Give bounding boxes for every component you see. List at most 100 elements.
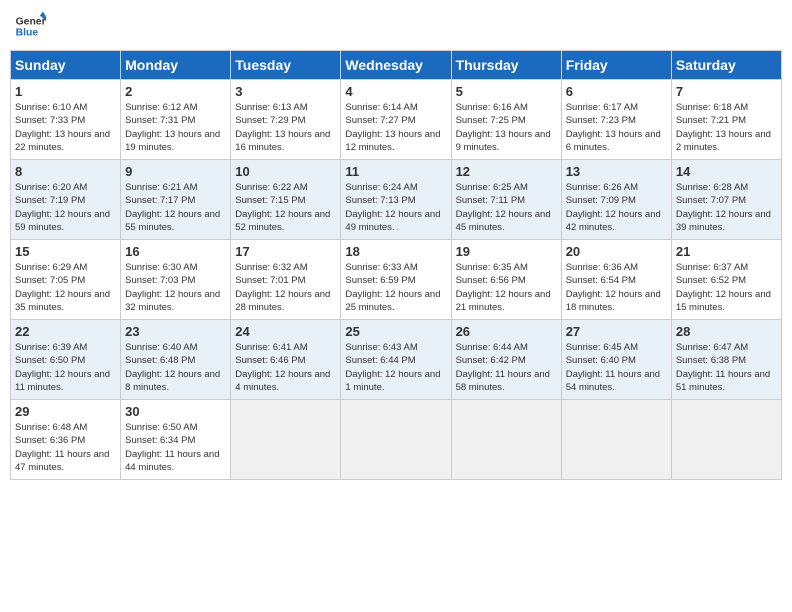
day-number: 18 [345,244,446,259]
day-info: Sunrise: 6:12 AM Sunset: 7:31 PM Dayligh… [125,101,226,154]
logo-icon: General Blue [14,10,46,42]
header-tuesday: Tuesday [231,51,341,80]
day-info: Sunrise: 6:44 AM Sunset: 6:42 PM Dayligh… [456,341,557,394]
calendar-cell: 27 Sunrise: 6:45 AM Sunset: 6:40 PM Dayl… [561,320,671,400]
sunset-label: Sunset: 7:27 PM [345,115,415,126]
calendar-cell: 4 Sunrise: 6:14 AM Sunset: 7:27 PM Dayli… [341,80,451,160]
sunset-label: Sunset: 6:44 PM [345,355,415,366]
sunset-label: Sunset: 7:17 PM [125,195,195,206]
calendar-cell: 12 Sunrise: 6:25 AM Sunset: 7:11 PM Dayl… [451,160,561,240]
calendar-cell: 14 Sunrise: 6:28 AM Sunset: 7:07 PM Dayl… [671,160,781,240]
daylight-label: Daylight: 12 hours and 39 minutes. [676,209,771,233]
day-info: Sunrise: 6:41 AM Sunset: 6:46 PM Dayligh… [235,341,336,394]
day-number: 28 [676,324,777,339]
day-number: 3 [235,84,336,99]
sunset-label: Sunset: 7:07 PM [676,195,746,206]
calendar-cell: 26 Sunrise: 6:44 AM Sunset: 6:42 PM Dayl… [451,320,561,400]
sunrise-label: Sunrise: 6:20 AM [15,182,87,193]
calendar-cell: 25 Sunrise: 6:43 AM Sunset: 6:44 PM Dayl… [341,320,451,400]
sunset-label: Sunset: 7:21 PM [676,115,746,126]
day-number: 2 [125,84,226,99]
daylight-label: Daylight: 12 hours and 55 minutes. [125,209,220,233]
day-number: 13 [566,164,667,179]
daylight-label: Daylight: 11 hours and 44 minutes. [125,449,219,473]
sunset-label: Sunset: 6:59 PM [345,275,415,286]
day-info: Sunrise: 6:50 AM Sunset: 6:34 PM Dayligh… [125,421,226,474]
calendar-cell: 13 Sunrise: 6:26 AM Sunset: 7:09 PM Dayl… [561,160,671,240]
sunset-label: Sunset: 6:36 PM [15,435,85,446]
calendar-cell: 29 Sunrise: 6:48 AM Sunset: 6:36 PM Dayl… [11,400,121,480]
sunrise-label: Sunrise: 6:36 AM [566,262,638,273]
daylight-label: Daylight: 13 hours and 19 minutes. [125,129,220,153]
calendar-cell [671,400,781,480]
daylight-label: Daylight: 13 hours and 22 minutes. [15,129,110,153]
sunrise-label: Sunrise: 6:14 AM [345,102,417,113]
sunrise-label: Sunrise: 6:12 AM [125,102,197,113]
day-info: Sunrise: 6:28 AM Sunset: 7:07 PM Dayligh… [676,181,777,234]
day-info: Sunrise: 6:20 AM Sunset: 7:19 PM Dayligh… [15,181,116,234]
daylight-label: Daylight: 12 hours and 8 minutes. [125,369,220,393]
day-number: 9 [125,164,226,179]
daylight-label: Daylight: 11 hours and 47 minutes. [15,449,109,473]
calendar-table: SundayMondayTuesdayWednesdayThursdayFrid… [10,50,782,480]
daylight-label: Daylight: 11 hours and 51 minutes. [676,369,770,393]
calendar-cell: 2 Sunrise: 6:12 AM Sunset: 7:31 PM Dayli… [121,80,231,160]
daylight-label: Daylight: 12 hours and 21 minutes. [456,289,551,313]
calendar-cell: 11 Sunrise: 6:24 AM Sunset: 7:13 PM Dayl… [341,160,451,240]
day-number: 22 [15,324,116,339]
sunrise-label: Sunrise: 6:30 AM [125,262,197,273]
sunset-label: Sunset: 7:23 PM [566,115,636,126]
daylight-label: Daylight: 12 hours and 18 minutes. [566,289,661,313]
header-sunday: Sunday [11,51,121,80]
logo: General Blue [14,10,46,42]
sunset-label: Sunset: 6:42 PM [456,355,526,366]
sunset-label: Sunset: 6:54 PM [566,275,636,286]
calendar-cell: 20 Sunrise: 6:36 AM Sunset: 6:54 PM Dayl… [561,240,671,320]
calendar-week-row: 29 Sunrise: 6:48 AM Sunset: 6:36 PM Dayl… [11,400,782,480]
sunrise-label: Sunrise: 6:45 AM [566,342,638,353]
day-number: 29 [15,404,116,419]
calendar-cell: 23 Sunrise: 6:40 AM Sunset: 6:48 PM Dayl… [121,320,231,400]
sunset-label: Sunset: 7:29 PM [235,115,305,126]
daylight-label: Daylight: 12 hours and 11 minutes. [15,369,110,393]
calendar-cell: 9 Sunrise: 6:21 AM Sunset: 7:17 PM Dayli… [121,160,231,240]
sunset-label: Sunset: 7:31 PM [125,115,195,126]
sunset-label: Sunset: 7:15 PM [235,195,305,206]
sunrise-label: Sunrise: 6:48 AM [15,422,87,433]
day-number: 1 [15,84,116,99]
svg-text:Blue: Blue [16,28,39,39]
calendar-cell: 7 Sunrise: 6:18 AM Sunset: 7:21 PM Dayli… [671,80,781,160]
header-monday: Monday [121,51,231,80]
sunrise-label: Sunrise: 6:28 AM [676,182,748,193]
daylight-label: Daylight: 12 hours and 35 minutes. [15,289,110,313]
daylight-label: Daylight: 12 hours and 45 minutes. [456,209,551,233]
day-number: 10 [235,164,336,179]
day-number: 30 [125,404,226,419]
sunset-label: Sunset: 7:09 PM [566,195,636,206]
day-info: Sunrise: 6:36 AM Sunset: 6:54 PM Dayligh… [566,261,667,314]
day-number: 6 [566,84,667,99]
sunrise-label: Sunrise: 6:50 AM [125,422,197,433]
calendar-cell: 28 Sunrise: 6:47 AM Sunset: 6:38 PM Dayl… [671,320,781,400]
day-number: 11 [345,164,446,179]
day-info: Sunrise: 6:22 AM Sunset: 7:15 PM Dayligh… [235,181,336,234]
sunset-label: Sunset: 6:52 PM [676,275,746,286]
day-info: Sunrise: 6:21 AM Sunset: 7:17 PM Dayligh… [125,181,226,234]
day-number: 5 [456,84,557,99]
sunrise-label: Sunrise: 6:21 AM [125,182,197,193]
sunset-label: Sunset: 6:40 PM [566,355,636,366]
daylight-label: Daylight: 13 hours and 16 minutes. [235,129,330,153]
daylight-label: Daylight: 12 hours and 52 minutes. [235,209,330,233]
calendar-cell [231,400,341,480]
header-thursday: Thursday [451,51,561,80]
day-number: 24 [235,324,336,339]
sunset-label: Sunset: 7:13 PM [345,195,415,206]
day-number: 17 [235,244,336,259]
sunrise-label: Sunrise: 6:13 AM [235,102,307,113]
daylight-label: Daylight: 13 hours and 6 minutes. [566,129,661,153]
calendar-cell: 10 Sunrise: 6:22 AM Sunset: 7:15 PM Dayl… [231,160,341,240]
day-number: 12 [456,164,557,179]
daylight-label: Daylight: 13 hours and 12 minutes. [345,129,440,153]
sunset-label: Sunset: 7:33 PM [15,115,85,126]
day-number: 14 [676,164,777,179]
